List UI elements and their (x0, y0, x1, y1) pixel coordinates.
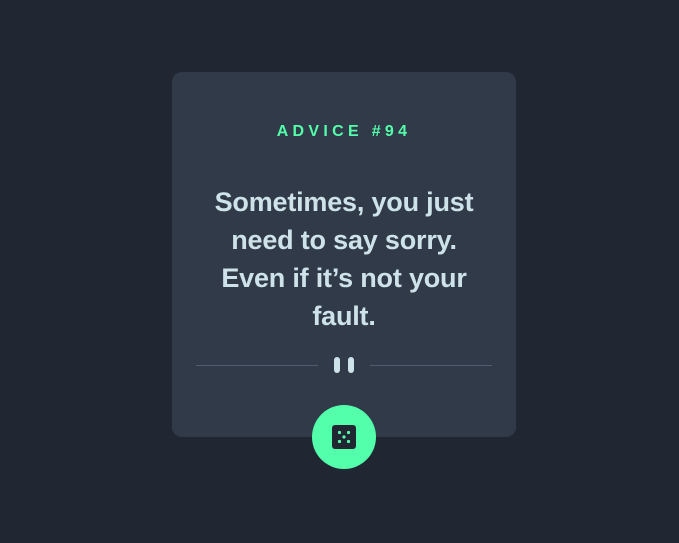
advice-quote: Sometimes, you just need to say sorry. E… (214, 187, 474, 331)
divider-line-right (370, 365, 492, 366)
advice-id-label: ADVICE #94 (276, 123, 412, 140)
pause-icon (334, 357, 354, 373)
new-advice-button[interactable] (312, 405, 376, 469)
divider-line-left (196, 365, 318, 366)
pattern-divider (196, 356, 492, 374)
dice-icon (332, 425, 356, 449)
advice-card: ADVICE #94 Sometimes, you just need to s… (172, 72, 516, 437)
page: ADVICE #94 Sometimes, you just need to s… (0, 0, 679, 543)
